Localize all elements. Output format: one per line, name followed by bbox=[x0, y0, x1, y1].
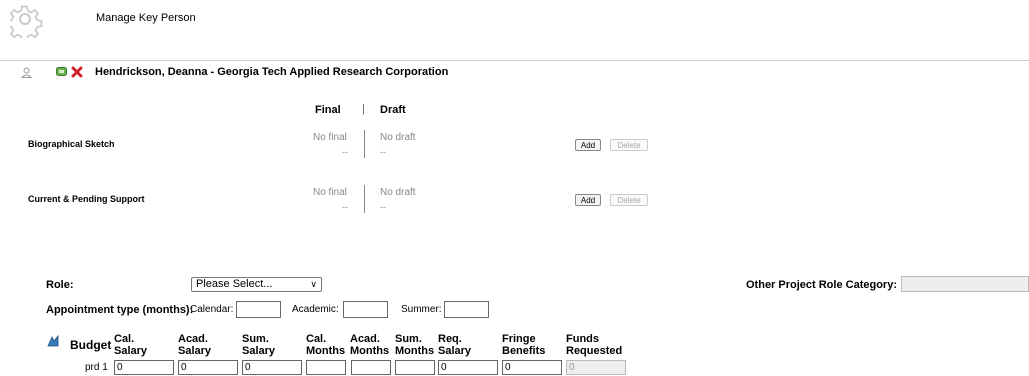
final-sub: -- bbox=[342, 202, 348, 212]
edit-icon[interactable] bbox=[56, 66, 67, 77]
req-salary-input[interactable]: 0 bbox=[438, 360, 498, 375]
sum-salary-input[interactable]: 0 bbox=[242, 360, 302, 375]
draft-sub: -- bbox=[380, 202, 386, 212]
page-title: Manage Key Person bbox=[96, 12, 196, 24]
role-select-value: Please Select... bbox=[196, 278, 273, 290]
person-name: Hendrickson, Deanna - Georgia Tech Appli… bbox=[95, 66, 449, 78]
final-sub: -- bbox=[342, 147, 348, 157]
document-label: Biographical Sketch bbox=[28, 139, 115, 149]
column-header: Req. Salary bbox=[438, 333, 472, 357]
delete-button[interactable]: Delete bbox=[610, 139, 648, 151]
draft-column-header: Draft bbox=[380, 104, 406, 116]
column-header: Cal. Months bbox=[306, 333, 346, 357]
column-header: Sum. Salary bbox=[242, 333, 276, 357]
other-role-input[interactable] bbox=[901, 276, 1029, 292]
gear-icon bbox=[6, 4, 44, 42]
add-button[interactable]: Add bbox=[575, 139, 601, 151]
person-icon bbox=[20, 67, 33, 78]
cal-months-input[interactable] bbox=[306, 360, 346, 375]
other-role-label: Other Project Role Category: bbox=[746, 279, 897, 291]
funds-requested-input: 0 bbox=[566, 360, 626, 375]
chevron-down-icon: ∨ bbox=[310, 279, 317, 289]
delete-button[interactable]: Delete bbox=[610, 194, 648, 206]
delete-icon[interactable] bbox=[71, 66, 83, 78]
calendar-months-input[interactable] bbox=[236, 301, 281, 318]
budget-calculator-icon[interactable] bbox=[46, 334, 60, 348]
period-label: prd 1 bbox=[85, 362, 108, 373]
column-separator: | bbox=[362, 103, 365, 115]
role-label: Role: bbox=[46, 279, 74, 291]
role-select[interactable]: Please Select... ∨ bbox=[191, 277, 322, 292]
appointment-label: Appointment type (months): bbox=[46, 304, 194, 316]
cal-salary-input[interactable]: 0 bbox=[114, 360, 174, 375]
calendar-label: Calendar: bbox=[190, 304, 234, 315]
acad-months-input[interactable] bbox=[351, 360, 391, 375]
draft-sub: -- bbox=[380, 147, 386, 157]
draft-status: No draft bbox=[380, 187, 416, 198]
summer-months-input[interactable] bbox=[444, 301, 489, 318]
column-header: Cal. Salary bbox=[114, 333, 148, 357]
academic-label: Academic: bbox=[292, 304, 339, 315]
column-header: Fringe Benefits bbox=[502, 333, 546, 357]
document-label: Current & Pending Support bbox=[28, 194, 145, 204]
final-status: No final bbox=[313, 132, 347, 143]
column-header: Acad. Months bbox=[350, 333, 390, 357]
sum-months-input[interactable] bbox=[395, 360, 435, 375]
academic-months-input[interactable] bbox=[343, 301, 388, 318]
acad-salary-input[interactable]: 0 bbox=[178, 360, 238, 375]
draft-status: No draft bbox=[380, 132, 416, 143]
add-button[interactable]: Add bbox=[575, 194, 601, 206]
column-header: Funds Requested bbox=[566, 333, 623, 357]
column-header: Acad. Salary bbox=[178, 333, 212, 357]
summer-label: Summer: bbox=[401, 304, 442, 315]
fringe-benefits-input[interactable]: 0 bbox=[502, 360, 562, 375]
budget-label: Budget bbox=[70, 338, 112, 352]
column-divider bbox=[364, 185, 365, 213]
final-column-header: Final bbox=[315, 104, 341, 116]
separator-line bbox=[0, 60, 1029, 61]
column-header: Sum. Months bbox=[395, 333, 435, 357]
final-status: No final bbox=[313, 187, 347, 198]
column-divider bbox=[364, 130, 365, 158]
